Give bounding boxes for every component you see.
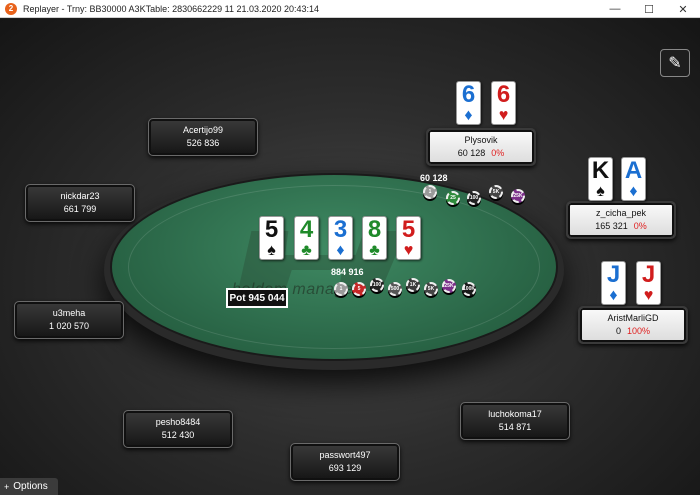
app-icon: 2: [5, 2, 17, 15]
heart-icon: ♥: [498, 107, 509, 124]
player-name: AristMarliGD: [607, 313, 659, 323]
card-rank: J: [641, 261, 656, 288]
card-rank: 6: [461, 81, 476, 108]
player-seat-u3meha[interactable]: u3meha 1 020 570: [14, 301, 124, 339]
chip: 100: [370, 278, 384, 292]
chip: 5: [352, 282, 366, 296]
player-name: luchokoma17: [488, 409, 542, 419]
player-seat-luchokoma17[interactable]: luchokoma17 514 871: [460, 402, 570, 440]
minimize-button[interactable]: —: [598, 0, 632, 18]
board-card: 5 ♥: [396, 216, 421, 260]
pot-display: Pot 945 044: [226, 288, 288, 308]
board-card: 3 ♦: [328, 216, 353, 260]
equity-percent: 0%: [491, 148, 505, 158]
player-stack: 526 836: [186, 138, 220, 148]
player-name: Acertijo99: [182, 125, 224, 135]
player-seat-plysovik[interactable]: Plysovik 60 128 0%: [426, 128, 536, 166]
player-stack: 0: [615, 326, 621, 336]
chip: 1K: [406, 278, 420, 292]
hole-card: K ♠: [588, 157, 613, 201]
player-stack: 1 020 570: [48, 321, 90, 331]
title-bar: 2 Replayer - Trny: BB30000 A3KTable: 283…: [0, 0, 700, 18]
close-button[interactable]: ✕: [666, 0, 700, 18]
hole-card: A ♦: [621, 157, 646, 201]
player-seat-nickdar23[interactable]: nickdar23 661 799: [25, 184, 135, 222]
chip: 1: [423, 185, 437, 199]
options-label: Options: [13, 481, 48, 492]
pencil-icon: ✎: [668, 55, 682, 72]
card-rank: 3: [333, 216, 348, 243]
player-seat-aristmarligd[interactable]: AristMarliGD 0 100%: [578, 306, 688, 344]
hole-card: 6 ♥: [491, 81, 516, 125]
player-stack: 693 129: [328, 463, 362, 473]
player-stack: 60 128: [457, 148, 486, 158]
card-rank: 5: [401, 216, 416, 243]
player-name: Plysovik: [464, 135, 498, 145]
spade-icon: ♠: [596, 183, 605, 200]
player-name: z_cicha_pek: [595, 208, 647, 218]
diamond-icon: ♦: [464, 107, 473, 124]
edit-button[interactable]: ✎: [660, 49, 690, 77]
player-name: nickdar23: [60, 191, 100, 201]
equity-percent: 100%: [626, 326, 651, 336]
player-stack: 512 430: [161, 430, 195, 440]
chip: 1: [334, 282, 348, 296]
player-name: passwort497: [319, 450, 371, 460]
diamond-icon: ♦: [336, 242, 345, 259]
window-controls: — ☐ ✕: [598, 0, 700, 18]
chip: 5K: [424, 282, 438, 296]
heart-icon: ♥: [403, 242, 414, 259]
plus-icon: +: [4, 481, 10, 492]
chip: 500: [388, 282, 402, 296]
player-seat-pesho8484[interactable]: pesho8484 512 430: [123, 410, 233, 448]
hole-card: J ♦: [601, 261, 626, 305]
diamond-icon: ♦: [609, 287, 618, 304]
player-name: pesho8484: [155, 417, 201, 427]
diamond-icon: ♦: [629, 183, 638, 200]
chip: 25: [446, 191, 460, 205]
club-icon: ♣: [301, 242, 312, 259]
card-rank: 5: [264, 216, 279, 243]
board-card: 4 ♣: [294, 216, 319, 260]
bet-amount-center: 884 916: [331, 267, 364, 277]
spade-icon: ♠: [267, 242, 276, 259]
board-card: 5 ♠: [259, 216, 284, 260]
maximize-button[interactable]: ☐: [632, 0, 666, 18]
poker-table-area: holdem manager ✎ Acertijo99 526 836 nick…: [0, 19, 700, 495]
window-title: Replayer - Trny: BB30000 A3KTable: 28306…: [23, 3, 320, 14]
player-seat-passwort497[interactable]: passwort497 693 129: [290, 443, 400, 481]
player-stack: 165 321: [595, 221, 628, 231]
card-rank: J: [606, 261, 621, 288]
board-card: 8 ♣: [362, 216, 387, 260]
card-rank: K: [591, 157, 610, 184]
chip: 100: [467, 191, 481, 205]
player-stack: 514 871: [498, 422, 532, 432]
chip: 100K: [462, 282, 476, 296]
player-seat-z-cicha-pek[interactable]: z_cicha_pek 165 321 0%: [566, 201, 676, 239]
equity-percent: 0%: [633, 221, 647, 231]
player-seat-acertijo99[interactable]: Acertijo99 526 836: [148, 118, 258, 156]
player-name: u3meha: [52, 308, 86, 318]
card-rank: A: [624, 157, 643, 184]
heart-icon: ♥: [643, 287, 654, 304]
bet-amount-plysovik: 60 128: [420, 173, 448, 183]
hole-card: J ♥: [636, 261, 661, 305]
hole-card: 6 ♦: [456, 81, 481, 125]
chip: 5K: [489, 185, 503, 199]
chip: 25K: [442, 279, 456, 293]
chip: 25K: [511, 189, 525, 203]
club-icon: ♣: [369, 242, 380, 259]
player-stack: 661 799: [63, 204, 97, 214]
card-rank: 6: [496, 81, 511, 108]
card-rank: 8: [367, 216, 382, 243]
card-rank: 4: [299, 216, 314, 243]
options-button[interactable]: + Options: [0, 478, 58, 495]
